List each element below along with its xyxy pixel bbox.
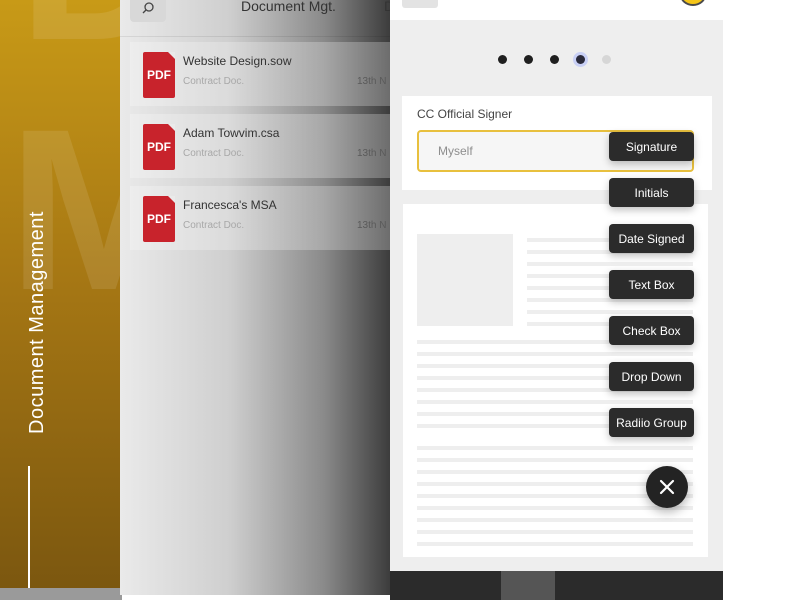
step-dot-active[interactable] (576, 55, 585, 64)
bottom-nav-tab-active[interactable] (501, 571, 555, 600)
step-indicator (498, 55, 611, 64)
form-panel: CC Official Signer (390, 0, 723, 600)
preview-text-line (417, 400, 693, 404)
brand-bottom-strip (0, 588, 122, 600)
document-row[interactable]: PDF Adam Towvim.csa Contract Doc. 13th N (130, 114, 392, 178)
step-dot[interactable] (602, 55, 611, 64)
document-date: 13th N (357, 76, 387, 87)
preview-image-placeholder (417, 234, 513, 326)
watermark-letter-top: D (18, 0, 122, 75)
text-box-field-button[interactable]: Text Box (609, 270, 694, 299)
preview-text-line (417, 458, 693, 462)
document-list-panel: Document Mgt. D PDF Website Design.sow C… (120, 0, 392, 595)
preview-text-line (417, 506, 693, 510)
document-name: Adam Towvim.csa (183, 126, 280, 140)
top-bar (390, 0, 723, 20)
preview-text-line (417, 446, 693, 450)
document-row[interactable]: PDF Website Design.sow Contract Doc. 13t… (130, 42, 392, 106)
preview-text-line (417, 530, 693, 534)
document-name: Website Design.sow (183, 54, 292, 68)
document-type: Contract Doc. (183, 148, 245, 159)
drop-down-field-button[interactable]: Drop Down (609, 362, 694, 391)
preview-text-line (527, 262, 693, 266)
brand-accent-line (28, 466, 30, 588)
search-icon (142, 2, 154, 14)
document-type: Contract Doc. (183, 220, 245, 231)
search-button[interactable] (130, 0, 166, 22)
close-button[interactable] (646, 466, 688, 508)
document-row[interactable]: PDF Francesca's MSA Contract Doc. 13th N (130, 186, 392, 250)
brand-vertical-title: Document Management (26, 211, 48, 434)
date-signed-field-button[interactable]: Date Signed (609, 224, 694, 253)
preview-text-line (417, 542, 693, 546)
document-name: Francesca's MSA (183, 198, 277, 212)
step-dot[interactable] (498, 55, 507, 64)
radio-group-field-button[interactable]: Radiio Group (609, 408, 694, 437)
pdf-file-icon: PDF (143, 124, 175, 170)
step-dot[interactable] (550, 55, 559, 64)
initials-field-button[interactable]: Initials (609, 178, 694, 207)
close-icon (659, 479, 675, 495)
header-divider (120, 36, 392, 37)
preview-text-line (527, 310, 693, 314)
document-date: 13th N (357, 220, 387, 231)
preview-text-line (417, 352, 693, 356)
signature-field-button[interactable]: Signature (609, 132, 694, 161)
bottom-navigation-bar (390, 571, 723, 600)
pdf-file-icon: PDF (143, 196, 175, 242)
back-button[interactable] (402, 0, 438, 8)
check-box-field-button[interactable]: Check Box (609, 316, 694, 345)
brand-panel: D M Document Management (0, 0, 122, 600)
document-type: Contract Doc. (183, 76, 245, 87)
pdf-file-icon: PDF (143, 52, 175, 98)
panel-title: Document Mgt. (241, 0, 336, 14)
preview-text-line (417, 518, 693, 522)
step-dot[interactable] (524, 55, 533, 64)
document-date: 13th N (357, 148, 387, 159)
signer-label: CC Official Signer (417, 107, 513, 121)
